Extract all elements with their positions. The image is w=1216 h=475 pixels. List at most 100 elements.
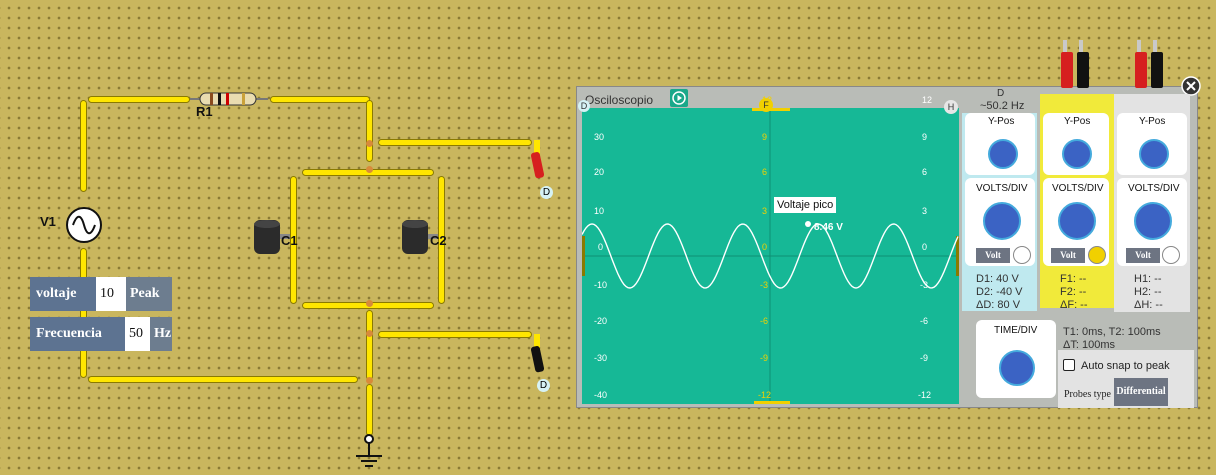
c2-label: C2	[430, 233, 447, 248]
probe-label-red: D	[540, 186, 553, 199]
ypos-label-h: Y-Pos	[1139, 116, 1166, 127]
axis-f-6: 6	[762, 167, 768, 177]
oscilloscope-title: Osciloscopio	[585, 93, 654, 107]
axis-right-3: 3	[922, 206, 928, 216]
readout-dd: ΔD: 80 V	[976, 299, 1021, 311]
timediv-knob[interactable]	[999, 350, 1035, 386]
axis-right-m9: -9	[920, 353, 929, 363]
frequency-label: Frecuencia	[30, 317, 125, 351]
resistor-label: R1	[196, 104, 213, 119]
wire[interactable]	[378, 139, 532, 146]
volt-button-h[interactable]: Volt	[1126, 248, 1160, 263]
probes-type-select[interactable]: Differential	[1114, 378, 1168, 406]
frequency-control: Frecuencia 50 Hz	[30, 317, 172, 351]
wire[interactable]	[80, 100, 87, 192]
frequency-readout: ~50.2 Hz	[980, 100, 1025, 112]
volt-toggle-f[interactable]	[1088, 246, 1106, 264]
probes-type-label: Probes type	[1064, 389, 1111, 400]
axis-right-6: 6	[922, 167, 928, 177]
axis-f-m3: -3	[760, 280, 769, 290]
volt-button-d[interactable]: Volt	[976, 248, 1010, 263]
readout-f1: F1: --	[1060, 273, 1087, 285]
axis-f-3: 3	[762, 206, 768, 216]
ypos-label-f: Y-Pos	[1064, 116, 1091, 127]
axis-f-m9: -9	[760, 353, 769, 363]
axis-f-m12: -12	[758, 390, 772, 400]
axis-left-0: 0	[598, 242, 604, 252]
channel-marker-h[interactable]: H	[944, 100, 958, 114]
ac-source-v1[interactable]	[65, 206, 103, 244]
wire[interactable]	[366, 384, 373, 436]
wire[interactable]	[366, 100, 373, 162]
volts-knob-d[interactable]	[983, 202, 1021, 240]
wire[interactable]	[378, 331, 532, 338]
play-button[interactable]	[670, 89, 688, 107]
axis-right-m3: -3	[920, 280, 929, 290]
auto-snap-checkbox[interactable]	[1063, 359, 1075, 371]
axis-right-m12: -12	[918, 390, 932, 400]
ypos-knob-d[interactable]	[988, 139, 1018, 169]
axis-right-0: 0	[922, 242, 928, 252]
axis-f-0: 0	[762, 242, 768, 252]
close-icon[interactable]	[1181, 76, 1201, 96]
readout-d2: D2: -40 V	[976, 286, 1023, 298]
wire[interactable]	[88, 96, 190, 103]
channel-marker-f[interactable]: F	[759, 98, 773, 112]
channel-marker-d[interactable]: D	[578, 100, 590, 112]
ypos-knob-h[interactable]	[1139, 139, 1169, 169]
probe-red[interactable]	[528, 140, 550, 190]
frequency-input[interactable]: 50	[125, 317, 150, 351]
voltage-input[interactable]: 10	[96, 277, 126, 311]
axis-right-m6: -6	[920, 316, 929, 326]
readout-h2: H2: --	[1134, 286, 1162, 298]
ypos-knob-f[interactable]	[1062, 139, 1092, 169]
ypos-label-d: Y-Pos	[988, 116, 1015, 127]
volts-knob-h[interactable]	[1134, 202, 1172, 240]
oscilloscope-screen[interactable]: 30 20 10 0 -10 -20 -30 -40 12 9 6 3 0 -3…	[582, 95, 959, 404]
axis-left-m10: -10	[594, 280, 608, 290]
probe-black[interactable]	[528, 334, 550, 384]
axis-f-m6: -6	[760, 316, 769, 326]
axis-left-m30: -30	[594, 353, 608, 363]
probe-connector-h[interactable]	[1134, 40, 1168, 90]
source-label: V1	[40, 214, 56, 229]
wire[interactable]	[366, 310, 373, 380]
voltage-label: voltaje	[30, 277, 96, 311]
axis-left-10: 10	[594, 206, 605, 216]
volt-toggle-d[interactable]	[1013, 246, 1031, 264]
volt-button-f[interactable]: Volt	[1051, 248, 1085, 263]
axis-left-m40: -40	[594, 390, 608, 400]
wire[interactable]	[88, 376, 358, 383]
peak-annotation-label: Voltaje pico	[774, 197, 837, 213]
readout-h1: H1: --	[1134, 273, 1162, 285]
volts-label-d: VOLTS/DIV	[976, 183, 1028, 194]
auto-snap-label: Auto snap to peak	[1081, 360, 1170, 372]
frequency-unit[interactable]: Hz	[150, 317, 172, 351]
readout-dh: ΔH: --	[1134, 299, 1163, 311]
voltage-control: voltaje 10 Peak	[30, 277, 172, 311]
volt-toggle-h[interactable]	[1162, 246, 1180, 264]
channel-d-header: D	[997, 88, 1005, 99]
axis-f-9: 9	[762, 132, 768, 142]
axis-right-12: 12	[922, 95, 933, 105]
volts-label-h: VOLTS/DIV	[1128, 183, 1180, 194]
readout-df: ΔF: --	[1060, 299, 1088, 311]
axis-left-20: 20	[594, 167, 605, 177]
readout-f2: F2: --	[1060, 286, 1087, 298]
readout-d1: D1: 40 V	[976, 273, 1019, 285]
axis-right-9: 9	[922, 132, 928, 142]
wire[interactable]	[270, 96, 370, 103]
probe-label-black: D	[537, 379, 550, 392]
volts-label-f: VOLTS/DIV	[1052, 183, 1104, 194]
timediv-label: TIME/DIV	[994, 325, 1038, 336]
volts-knob-f[interactable]	[1058, 202, 1096, 240]
ground-icon	[354, 434, 384, 468]
axis-left-m20: -20	[594, 316, 608, 326]
c1-label: C1	[281, 233, 298, 248]
probe-connector-f[interactable]	[1060, 40, 1094, 90]
axis-left-30: 30	[594, 132, 605, 142]
voltage-unit[interactable]: Peak	[126, 277, 172, 311]
wire[interactable]	[80, 248, 87, 378]
peak-annotation-value: 8.46 V	[814, 222, 843, 233]
time-readout-t: T1: 0ms, T2: 100ms	[1063, 326, 1161, 338]
